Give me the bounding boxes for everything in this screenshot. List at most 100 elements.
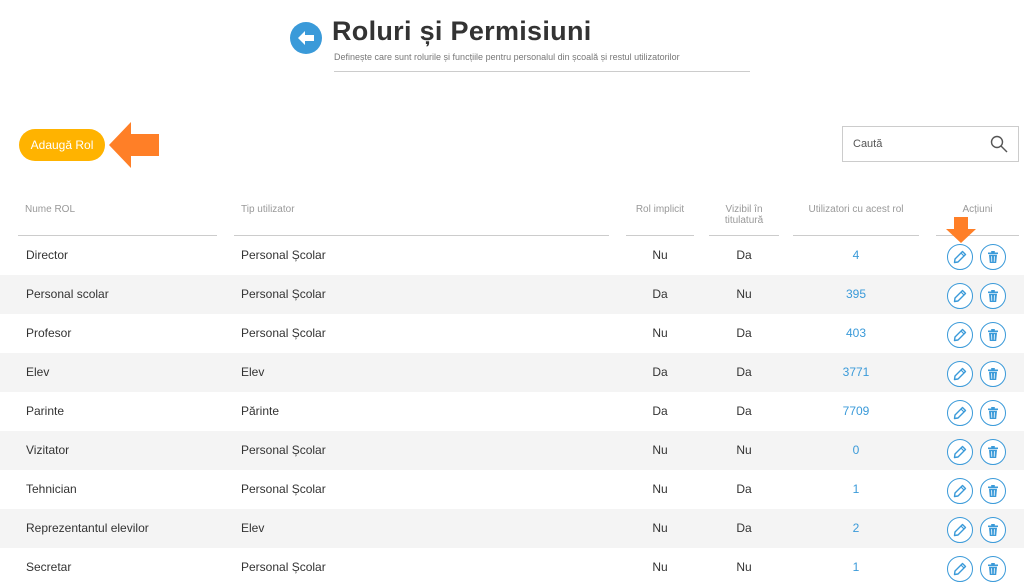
edit-role-button[interactable]	[947, 517, 973, 543]
users-count-link[interactable]: 4	[793, 236, 919, 275]
users-count-link[interactable]: 1	[793, 548, 919, 586]
column-header-visible: Vizibil în titulatură	[724, 204, 764, 226]
visible-in-title-value: Nu	[736, 560, 752, 574]
back-arrow-icon	[298, 31, 314, 45]
column-header-users: Utilizatori cu acest rol	[808, 204, 904, 215]
default-role-value: Nu	[652, 521, 668, 535]
visible-in-title-value: Nu	[736, 287, 752, 301]
delete-role-button[interactable]	[980, 361, 1006, 387]
annotation-arrow-down-icon	[946, 217, 976, 243]
table-row: Vizitator Personal Școlar Nu Nu 0	[0, 431, 1024, 470]
role-name: Profesor	[26, 326, 72, 340]
trash-icon	[988, 251, 998, 263]
default-role-value: Da	[652, 287, 668, 301]
default-role-value: Nu	[652, 482, 668, 496]
user-type: Personal Școlar	[241, 248, 326, 262]
trash-icon	[988, 407, 998, 419]
table-row: Personal scolar Personal Școlar Da Nu 395	[0, 275, 1024, 314]
role-name: Tehnician	[26, 482, 77, 496]
user-type: Personal Școlar	[241, 287, 326, 301]
default-role-value: Nu	[652, 248, 668, 262]
role-name: Parinte	[26, 404, 65, 418]
trash-icon	[988, 485, 998, 497]
users-count-link[interactable]: 0	[793, 431, 919, 470]
edit-role-button[interactable]	[947, 283, 973, 309]
user-type: Elev	[241, 521, 265, 535]
visible-in-title-value: Da	[736, 404, 752, 418]
role-name: Elev	[26, 365, 50, 379]
default-role-value: Nu	[652, 326, 668, 340]
pencil-icon	[953, 562, 967, 576]
header-divider	[334, 71, 750, 72]
table-row: Secretar Personal Școlar Nu Nu 1	[0, 548, 1024, 586]
default-role-value: Da	[652, 365, 668, 379]
role-name: Personal scolar	[26, 287, 109, 301]
visible-in-title-value: Da	[736, 365, 752, 379]
default-role-value: Nu	[652, 443, 668, 457]
edit-role-button[interactable]	[947, 439, 973, 465]
edit-role-button[interactable]	[947, 322, 973, 348]
column-header-default: Rol implicit	[635, 204, 685, 215]
users-count-link[interactable]: 1	[793, 470, 919, 509]
trash-icon	[988, 563, 998, 575]
delete-role-button[interactable]	[980, 244, 1006, 270]
delete-role-button[interactable]	[980, 439, 1006, 465]
search-icon[interactable]	[990, 135, 1008, 153]
role-name: Director	[26, 248, 69, 262]
column-header-name: Nume ROL	[25, 204, 76, 215]
search-box[interactable]	[842, 126, 1019, 162]
table-row: Director Personal Școlar Nu Da 4	[0, 236, 1024, 275]
add-role-button[interactable]: Adaugă Rol	[19, 129, 105, 161]
delete-role-button[interactable]	[980, 283, 1006, 309]
table-row: Parinte Părinte Da Da 7709	[0, 392, 1024, 431]
column-header-type: Tip utilizator	[241, 204, 295, 215]
edit-role-button[interactable]	[947, 556, 973, 582]
delete-role-button[interactable]	[980, 517, 1006, 543]
users-count-link[interactable]: 403	[793, 314, 919, 353]
role-name: Secretar	[26, 560, 72, 574]
user-type: Personal Școlar	[241, 443, 326, 457]
default-role-value: Da	[652, 404, 668, 418]
table-row: Elev Elev Da Da 3771	[0, 353, 1024, 392]
page-header: Roluri și Permisiuni Definește care sunt…	[290, 16, 750, 86]
users-count-link[interactable]: 3771	[793, 353, 919, 392]
user-type: Personal Școlar	[241, 326, 326, 340]
table-row: Tehnician Personal Școlar Nu Da 1	[0, 470, 1024, 509]
delete-role-button[interactable]	[980, 322, 1006, 348]
users-count-link[interactable]: 395	[793, 275, 919, 314]
annotation-arrow-left-icon	[109, 122, 159, 168]
user-type: Părinte	[241, 404, 280, 418]
user-type: Elev	[241, 365, 265, 379]
pencil-icon	[953, 328, 967, 342]
edit-role-button[interactable]	[947, 400, 973, 426]
role-name: Reprezentantul elevilor	[26, 521, 149, 535]
page-subtitle: Definește care sunt rolurile și funcțiil…	[334, 52, 680, 62]
edit-role-button[interactable]	[947, 478, 973, 504]
role-name: Vizitator	[26, 443, 70, 457]
trash-icon	[988, 368, 998, 380]
table-row: Reprezentantul elevilor Elev Nu Da 2	[0, 509, 1024, 548]
trash-icon	[988, 446, 998, 458]
trash-icon	[988, 290, 998, 302]
user-type: Personal Școlar	[241, 482, 326, 496]
trash-icon	[988, 524, 998, 536]
pencil-icon	[953, 523, 967, 537]
search-input[interactable]	[843, 127, 973, 161]
default-role-value: Nu	[652, 560, 668, 574]
trash-icon	[988, 329, 998, 341]
users-count-link[interactable]: 7709	[793, 392, 919, 431]
visible-in-title-value: Da	[736, 482, 752, 496]
back-button[interactable]	[290, 22, 322, 54]
delete-role-button[interactable]	[980, 400, 1006, 426]
table-row: Profesor Personal Școlar Nu Da 403	[0, 314, 1024, 353]
edit-role-button[interactable]	[947, 361, 973, 387]
users-count-link[interactable]: 2	[793, 509, 919, 548]
delete-role-button[interactable]	[980, 478, 1006, 504]
edit-role-button[interactable]	[947, 244, 973, 270]
pencil-icon	[953, 250, 967, 264]
delete-role-button[interactable]	[980, 556, 1006, 582]
pencil-icon	[953, 289, 967, 303]
pencil-icon	[953, 367, 967, 381]
visible-in-title-value: Da	[736, 521, 752, 535]
visible-in-title-value: Nu	[736, 443, 752, 457]
